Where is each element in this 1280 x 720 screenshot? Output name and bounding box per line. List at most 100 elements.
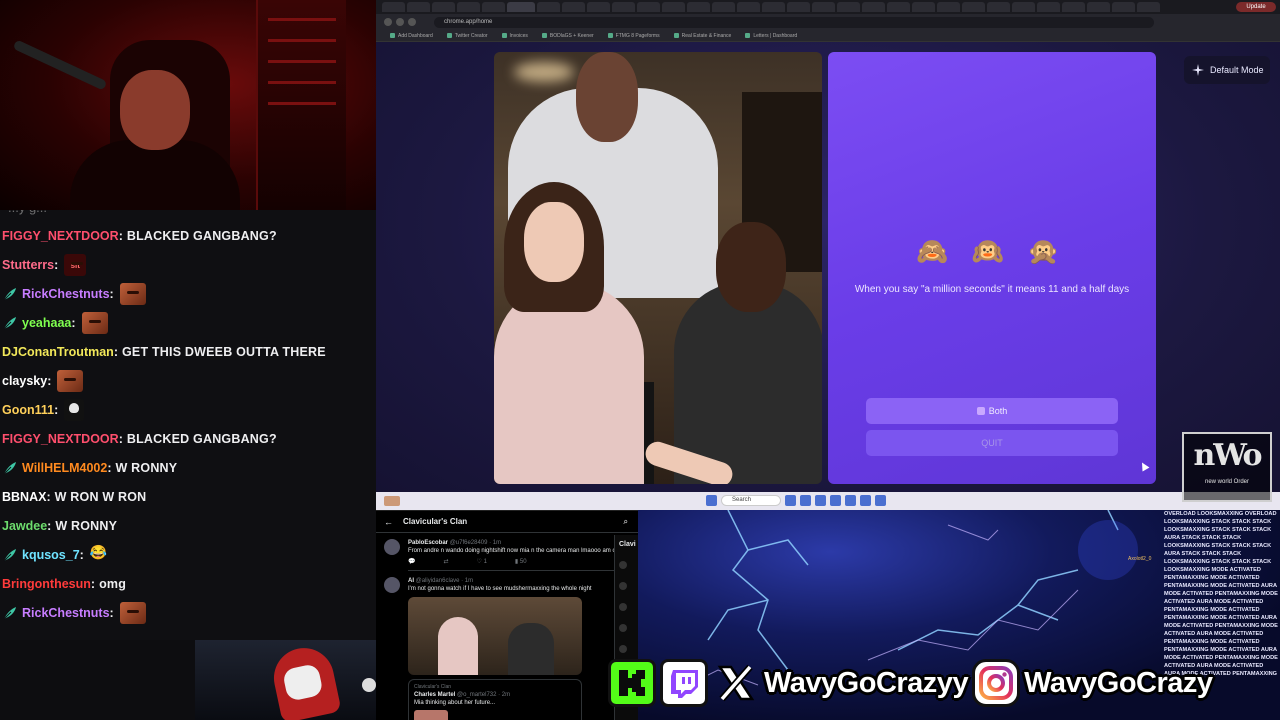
face-emote[interactable] [57, 370, 84, 392]
side-item[interactable] [619, 603, 627, 611]
feather-badge-icon[interactable] [2, 605, 18, 621]
back-arrow-icon[interactable]: ← [384, 517, 393, 527]
joy-emote[interactable]: 😂 [90, 544, 110, 566]
chat-username[interactable]: RickChestnuts [22, 287, 110, 301]
browser-tab[interactable] [712, 2, 735, 12]
face-emote[interactable] [81, 312, 108, 334]
browser-tab[interactable] [762, 2, 785, 12]
browser-tab[interactable] [737, 2, 760, 12]
browser-tab[interactable] [1112, 2, 1135, 12]
chat-username[interactable]: Jawdee [2, 519, 47, 533]
browser-tab[interactable] [937, 2, 960, 12]
chat-username[interactable]: yeahaaa [22, 316, 71, 330]
post-author[interactable]: PabloEscobar [408, 540, 448, 546]
quit-button[interactable]: QUIT [866, 430, 1118, 456]
browser-tab[interactable] [1062, 2, 1085, 12]
chat-username[interactable]: WillHELM4002 [22, 461, 107, 475]
both-button[interactable]: Both [866, 398, 1118, 424]
browser-tab[interactable] [787, 2, 810, 12]
chat-username[interactable]: Stutterrs [2, 258, 54, 272]
browser-tab[interactable] [837, 2, 860, 12]
browser-tab[interactable] [637, 2, 660, 12]
browser-tab[interactable] [687, 2, 710, 12]
url-input[interactable]: chrome.app/home [434, 16, 1154, 28]
profile-update-button[interactable]: Update [1236, 2, 1276, 12]
app-icon[interactable] [830, 495, 841, 506]
reload-icon[interactable] [408, 18, 416, 26]
side-item[interactable] [619, 645, 627, 653]
taskbar-search[interactable]: Search [721, 495, 781, 506]
feather-badge-icon[interactable] [2, 315, 18, 331]
avatar[interactable] [384, 539, 400, 555]
bookmark-item[interactable]: Twitter Creator [447, 33, 488, 39]
face-emote[interactable] [119, 283, 146, 305]
chat-username[interactable]: FIGGY_NEXTDOOR [2, 229, 119, 243]
browser-tab[interactable] [1087, 2, 1110, 12]
chat-username[interactable]: Goon111 [2, 403, 54, 417]
bookmark-item[interactable]: Real Estate & Finance [674, 33, 732, 39]
app-icon[interactable] [815, 495, 826, 506]
chat-username[interactable]: FIGGY_NEXTDOOR [2, 432, 119, 446]
face-emote[interactable] [119, 602, 146, 624]
bookmark-item[interactable]: Invoices [502, 33, 528, 39]
browser-tab[interactable] [1012, 2, 1035, 12]
browser-tab[interactable] [912, 2, 935, 12]
chat-username[interactable]: DJConanTroutman [2, 345, 114, 359]
bookmark-item[interactable]: FTMG 8 Pageforms [608, 33, 660, 39]
app-icon[interactable] [845, 495, 856, 506]
bookmark-item[interactable]: Letters | Dashboard [745, 33, 797, 39]
chat-username[interactable]: RickChestnuts [22, 606, 110, 620]
browser-tab[interactable] [537, 2, 560, 12]
side-item[interactable] [619, 624, 627, 632]
search-icon[interactable]: ⌕ [624, 517, 628, 527]
scroll-knob[interactable] [362, 678, 376, 692]
browser-tab[interactable] [457, 2, 480, 12]
post-media-image[interactable] [408, 597, 582, 675]
chat-username[interactable]: Bringonthesun [2, 577, 91, 591]
post-author[interactable]: AI [408, 578, 414, 584]
feather-badge-icon[interactable] [2, 547, 18, 563]
like-count[interactable]: ♡ 1 [477, 558, 487, 566]
repost-icon[interactable]: ⇄ [443, 558, 448, 566]
bookmark-item[interactable]: Add Dashboard [390, 33, 433, 39]
browser-tab[interactable] [862, 2, 885, 12]
sit-emote[interactable]: sit [64, 254, 87, 276]
chat-username[interactable]: BBNAX [2, 490, 46, 504]
chrome-icon[interactable] [875, 495, 886, 506]
browser-tab[interactable] [482, 2, 505, 12]
taskview-icon[interactable] [785, 495, 796, 506]
browser-tab[interactable] [562, 2, 585, 12]
app-icon[interactable] [800, 495, 811, 506]
browser-tab[interactable] [382, 2, 405, 12]
back-icon[interactable] [384, 18, 392, 26]
browser-tab[interactable] [587, 2, 610, 12]
browser-tab[interactable] [887, 2, 910, 12]
post[interactable]: PabloEscobar @u7f6e28409 · 1m From andre… [376, 533, 638, 571]
skull-emote[interactable] [64, 399, 85, 421]
browser-tab[interactable] [662, 2, 685, 12]
browser-tab[interactable] [1037, 2, 1060, 12]
post[interactable]: AI @aliyidan6clave · 1m I'm not gonna wa… [376, 571, 638, 720]
browser-tab[interactable] [987, 2, 1010, 12]
bookmark-item[interactable]: BODlaGS + Keener [542, 33, 594, 39]
chat-username[interactable]: kqusos_7 [22, 548, 80, 562]
reply-icon[interactable]: 💬 [408, 558, 415, 566]
browser-tab[interactable] [407, 2, 430, 12]
avatar[interactable] [384, 577, 400, 593]
browser-tab[interactable] [1137, 2, 1160, 12]
side-item[interactable] [619, 582, 627, 590]
views-count[interactable]: ▮ 50 [515, 558, 527, 566]
windows-start-icon[interactable] [706, 495, 717, 506]
default-mode-button[interactable]: Default Mode [1184, 56, 1270, 84]
browser-tab[interactable] [962, 2, 985, 12]
browser-tab[interactable] [812, 2, 835, 12]
browser-tab[interactable] [612, 2, 635, 12]
quoted-post[interactable]: Clavicular's Clan Charles Martel @o_mart… [408, 679, 582, 720]
browser-tab[interactable] [432, 2, 455, 12]
browser-tab-active[interactable] [507, 2, 535, 12]
chat-username[interactable]: claysky [2, 374, 47, 388]
side-item[interactable] [619, 561, 627, 569]
app-icon[interactable] [860, 495, 871, 506]
forward-icon[interactable] [396, 18, 404, 26]
quote-thumbnail[interactable] [414, 710, 448, 720]
